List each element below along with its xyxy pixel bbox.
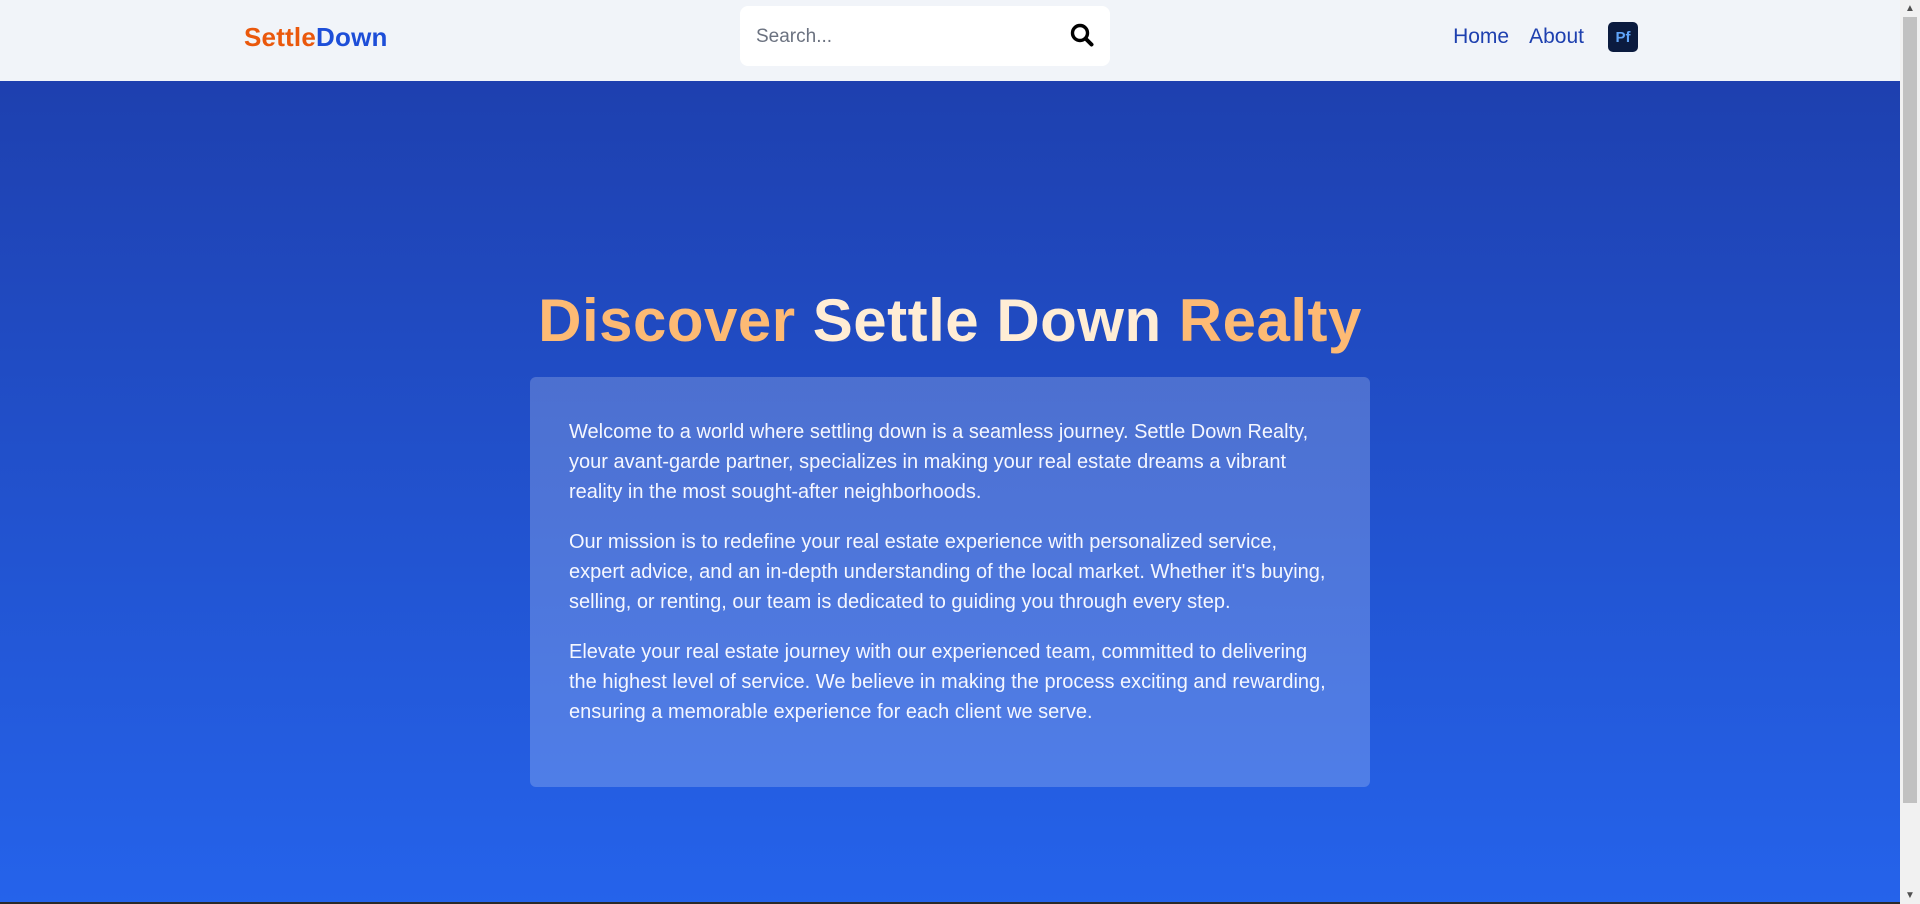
hero-title: Discover Settle Down Realty <box>0 286 1900 355</box>
brand-logo-settle: Settle <box>244 22 317 52</box>
search-icon[interactable] <box>1068 20 1098 52</box>
search-box <box>740 6 1110 68</box>
about-card: Welcome to a world where settling down i… <box>530 377 1370 787</box>
nav-link-about[interactable]: About <box>1529 25 1584 49</box>
about-paragraph-2: Our mission is to redefine your real est… <box>569 531 1326 613</box>
main-nav: Home About Pf <box>1453 22 1638 52</box>
vertical-scrollbar[interactable]: ▲ ▼ <box>1900 0 1920 904</box>
brand-logo[interactable]: SettleDown <box>244 22 388 53</box>
page: SettleDown Home About Pf Discover Settle… <box>0 0 1900 904</box>
nav-link-home[interactable]: Home <box>1453 25 1509 49</box>
pf-badge-icon[interactable]: Pf <box>1608 22 1638 52</box>
hero-title-settle-down: Settle Down <box>812 287 1162 354</box>
scroll-up-arrow-icon[interactable]: ▲ <box>1900 0 1920 17</box>
hero-title-realty: Realty <box>1178 287 1362 354</box>
hero-title-discover: Discover <box>538 287 796 354</box>
about-paragraph-1: Welcome to a world where settling down i… <box>569 421 1309 503</box>
scroll-down-arrow-icon[interactable]: ▼ <box>1900 887 1920 904</box>
site-header: SettleDown Home About Pf <box>0 0 1900 81</box>
about-paragraph-3: Elevate your real estate journey with ou… <box>569 641 1326 723</box>
hero-section: Discover Settle Down Realty Welcome to a… <box>0 81 1900 904</box>
search-input[interactable] <box>754 6 1058 68</box>
scrollbar-thumb[interactable] <box>1903 17 1917 803</box>
brand-logo-down: Down <box>316 22 388 52</box>
